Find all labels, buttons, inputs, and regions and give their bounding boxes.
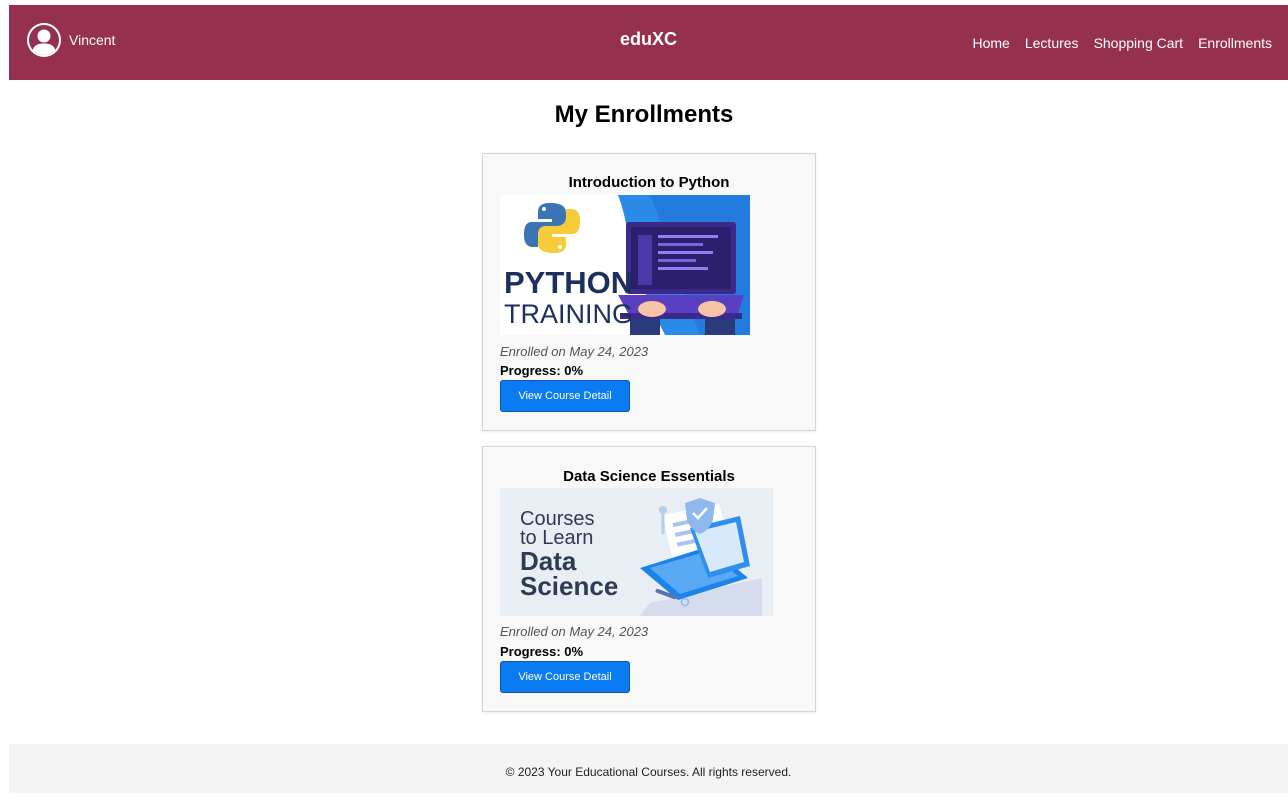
nav-link-lectures[interactable]: Lectures (1025, 35, 1079, 51)
enrollment-date: Enrolled on May 24, 2023 (500, 344, 649, 359)
data-science-course-image: Courses to Learn Data Science (500, 488, 773, 621)
data-science-image-line-4: Science (520, 571, 618, 601)
user-avatar-icon (27, 23, 61, 57)
python-course-image: PYTHON TRAINING (500, 195, 750, 340)
view-course-detail-button[interactable]: View Course Detail (500, 380, 630, 412)
user-profile-link[interactable]: Vincent (27, 23, 115, 57)
enrollment-card: Data Science Essentials Courses to Learn… (482, 446, 816, 712)
python-image-line-1: PYTHON (504, 265, 633, 300)
copyright-text: © 2023 Your Educational Courses. All rig… (505, 765, 792, 779)
enrollment-date: Enrolled on May 24, 2023 (500, 624, 649, 639)
top-navbar: Vincent eduXC Home Lectures Shopping Car… (9, 5, 1288, 80)
course-title: Introduction to Python (568, 174, 730, 191)
brand-logo-text[interactable]: eduXC (620, 29, 677, 49)
progress-label: Progress: 0% (500, 363, 584, 378)
nav-link-shopping-cart[interactable]: Shopping Cart (1094, 35, 1184, 51)
nav-link-home[interactable]: Home (973, 35, 1010, 51)
enrollment-card: Introduction to Python PYTHON TRAINING E… (482, 153, 816, 431)
view-course-detail-button[interactable]: View Course Detail (500, 661, 630, 693)
main-nav: Home Lectures Shopping Cart Enrollments (973, 35, 1273, 51)
page-title: My Enrollments (554, 101, 734, 128)
course-title: Data Science Essentials (563, 468, 735, 485)
python-image-line-2: TRAINING (504, 299, 633, 329)
progress-label: Progress: 0% (500, 644, 584, 659)
username-label: Vincent (69, 32, 116, 48)
nav-link-enrollments[interactable]: Enrollments (1198, 35, 1272, 51)
page-footer: © 2023 Your Educational Courses. All rig… (9, 744, 1288, 793)
